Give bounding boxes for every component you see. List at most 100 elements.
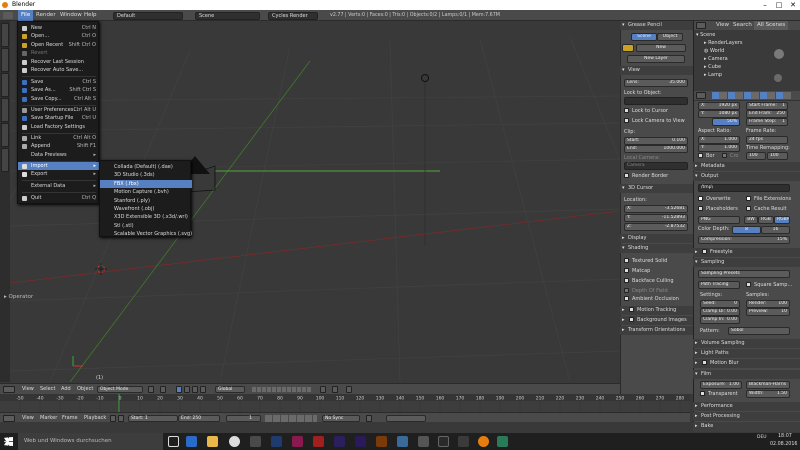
display-panel-header[interactable]: Display — [620, 234, 693, 243]
timeline-frame-menu[interactable]: Frame — [62, 413, 78, 424]
app-icon[interactable] — [397, 436, 408, 447]
menu-item-open[interactable]: Open... Ctrl O — [18, 32, 100, 40]
menu-item-quit[interactable]: Quit Ctrl Q — [18, 194, 100, 202]
3d-cursor-header[interactable]: 3D Cursor — [620, 184, 693, 193]
outliner-item-scene[interactable]: ▾ Scene — [696, 32, 715, 38]
bake-header[interactable]: Bake — [693, 422, 800, 432]
import-x3d[interactable]: X3D Extensible 3D (.x3d/.wrl) — [100, 213, 192, 221]
clip-end-field[interactable]: End: 1000.000 — [624, 145, 688, 153]
app-icon[interactable] — [418, 436, 429, 447]
outliner-item-renderlayers[interactable]: ▸ RenderLayers — [704, 40, 742, 46]
transparent-toggle[interactable]: Transparent — [700, 391, 738, 397]
menu-item-load-factory[interactable]: Load Factory Settings — [18, 123, 100, 131]
volume-sampling-header[interactable]: Volume Sampling — [693, 339, 800, 348]
file-format-selector[interactable]: PNG — [698, 216, 740, 224]
menu-item-user-preferences[interactable]: User Preferences... Ctrl Alt U — [18, 106, 100, 114]
clamp-direct-field[interactable]: Clamp Di: 0.00 — [700, 308, 740, 316]
textured-solid-toggle[interactable]: Textured Solid — [624, 258, 667, 264]
manipulator-icon[interactable] — [176, 386, 182, 393]
clamp-indirect-field[interactable]: Clamp In: 0.00 — [700, 316, 740, 324]
exposure-field[interactable]: Exposure: 1.00 — [700, 381, 742, 389]
maximize-icon[interactable]: □ — [772, 0, 786, 10]
cursor-x-field[interactable]: X: -3.52681 — [624, 205, 688, 213]
menu-file[interactable]: File — [18, 10, 34, 21]
illustrator-icon[interactable] — [376, 436, 387, 447]
menu-item-save-as[interactable]: Save As... Shift Ctrl S — [18, 86, 100, 94]
lock-camera-to-view[interactable]: Lock Camera to View — [624, 118, 685, 124]
blender-taskbar-icon[interactable] — [478, 436, 489, 447]
lock-object-field[interactable] — [624, 97, 688, 105]
sampling-presets[interactable]: Sampling Presets — [698, 270, 790, 278]
pivot-icon[interactable] — [160, 386, 166, 393]
render-preview-icon[interactable] — [346, 386, 352, 393]
render-border-toggle[interactable]: Render Border — [624, 173, 668, 179]
acrobat-icon[interactable] — [313, 436, 324, 447]
import-svg[interactable]: Scalable Vector Graphics (.svg) — [100, 230, 192, 238]
editor-type-icon[interactable] — [3, 12, 13, 19]
operator-panel[interactable]: ▸ Operator — [0, 291, 70, 303]
editor-type-icon[interactable] — [696, 22, 706, 29]
app-icon[interactable] — [250, 436, 261, 447]
grease-pencil-header[interactable]: Grease Pencil — [620, 21, 693, 30]
layout-selector[interactable]: Default — [113, 11, 183, 20]
translate-icon[interactable] — [184, 386, 190, 393]
outliner-item-lamp[interactable]: ▸ Lamp — [704, 72, 722, 78]
timeline-view-menu[interactable]: View — [22, 413, 34, 424]
gp-scene-tab[interactable]: Scene — [631, 33, 657, 41]
remap-new-field[interactable]: 100 — [767, 152, 788, 160]
snap-icon[interactable] — [332, 386, 338, 393]
indesign-icon[interactable] — [292, 436, 303, 447]
output-header[interactable]: Output — [693, 172, 800, 181]
backface-culling-toggle[interactable]: Backface Culling — [624, 278, 674, 284]
color-rgb-button[interactable]: RGB — [758, 216, 774, 224]
view-panel-header[interactable]: View — [620, 66, 693, 75]
outliner-display-mode[interactable]: All Scenes — [754, 21, 789, 30]
menu-item-save-copy[interactable]: Save Copy... Ctrl Alt S — [18, 95, 100, 103]
metadata-header[interactable]: Metadata — [693, 162, 800, 171]
premiere-icon[interactable] — [355, 436, 366, 447]
resolution-percentage[interactable]: 50% — [712, 118, 740, 126]
matcap-toggle[interactable]: Matcap — [624, 268, 650, 274]
color-rgba-button[interactable]: RGBA — [774, 216, 790, 224]
remap-old-field[interactable]: 100 — [746, 152, 766, 160]
import-obj[interactable]: Wavefront (.obj) — [100, 205, 192, 213]
start-frame-field[interactable]: Start Frame: 1 — [746, 102, 788, 110]
tools-tab[interactable] — [1, 23, 9, 47]
3d-cursor-icon[interactable] — [95, 263, 107, 275]
resolution-y-field[interactable]: Y: 1080 px — [698, 110, 740, 118]
menu-item-recover-last[interactable]: Recover Last Session — [18, 58, 100, 66]
outliner-search-menu[interactable]: Search — [733, 22, 752, 28]
render-samples-field[interactable]: Render: 100 — [746, 300, 790, 308]
end-frame-field[interactable]: End Fram: 250 — [746, 110, 788, 118]
gp-new-button[interactable]: New — [636, 44, 686, 52]
create-tab[interactable] — [1, 48, 9, 72]
rotate-icon[interactable] — [192, 386, 198, 393]
motion-blur-header[interactable]: Motion Blur — [693, 359, 800, 368]
color-bw-button[interactable]: BW — [744, 216, 758, 224]
performance-header[interactable]: Performance — [693, 402, 800, 411]
edge-icon[interactable] — [186, 436, 197, 447]
transform-orientations-header[interactable]: Transform Orientations — [620, 326, 693, 335]
light-paths-header[interactable]: Light Paths — [693, 349, 800, 358]
menu-item-external-data[interactable]: External Data ▸ — [18, 182, 100, 190]
timeline-area[interactable]: -50 -40 -30 -20 -10 0 10 20 30 40 50 60 70 80 90 100 110… — [0, 394, 690, 412]
import-stl[interactable]: Stl (.stl) — [100, 222, 192, 230]
lamp-icon[interactable] — [421, 74, 429, 82]
seed-field[interactable]: Seed: 0 — [700, 300, 740, 308]
local-camera-field[interactable]: Camera — [624, 162, 688, 170]
motion-tracking-header[interactable]: Motion Tracking — [620, 306, 693, 315]
color-depth-8[interactable]: 8 — [732, 226, 761, 234]
import-fbx[interactable]: FBX (.fbx) — [100, 179, 192, 189]
gp-datablock-icon[interactable] — [622, 44, 634, 52]
keyboard-language[interactable]: DEU — [757, 434, 767, 442]
menu-item-open-recent[interactable]: Open Recent Shift Ctrl O — [18, 41, 100, 49]
timeline-marker-menu[interactable]: Marker — [40, 413, 57, 424]
gp-new-layer-button[interactable]: New Layer — [627, 55, 685, 63]
record-icon[interactable] — [110, 415, 116, 422]
film-header[interactable]: Film — [693, 370, 800, 379]
physics-tab[interactable] — [1, 123, 9, 147]
taskbar-search-box[interactable]: Web und Windows durchsuchen — [18, 433, 163, 450]
cache-result-toggle[interactable]: Cache Result — [746, 206, 787, 212]
restrict-view-icon[interactable] — [774, 49, 784, 59]
chrome-icon[interactable] — [229, 436, 240, 447]
